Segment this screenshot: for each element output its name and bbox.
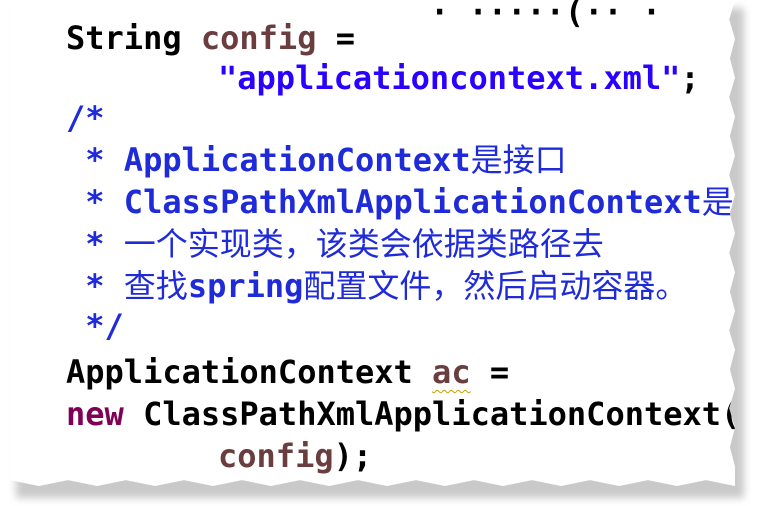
type-token: ApplicationContext bbox=[66, 353, 413, 391]
cropped-top-line: · ·····(·· · bbox=[430, 0, 662, 31]
class-token: ClassPathXmlApplicationContext( bbox=[143, 395, 741, 433]
comment-open: /* bbox=[66, 99, 105, 137]
code-line-string-config: String config = bbox=[66, 18, 355, 58]
variable-token-warning: ac bbox=[432, 353, 471, 391]
comment-line-3: * 一个实现类，该类会依据类路径去 bbox=[66, 225, 604, 263]
comment-close: */ bbox=[66, 307, 124, 345]
semicolon-token: ; bbox=[680, 59, 700, 97]
operator-token: = bbox=[335, 19, 355, 57]
string-literal: "applicationcontext.xml" bbox=[218, 59, 681, 97]
code-line-arg: config); bbox=[218, 436, 372, 476]
code-line-string-literal: "applicationcontext.xml"; bbox=[218, 58, 700, 98]
code-line-new: new ClassPathXmlApplicationContext( bbox=[66, 394, 741, 434]
comment-line-1: * ApplicationContext是接口 bbox=[66, 141, 567, 179]
type-token: String bbox=[66, 19, 182, 57]
code-block: · ·····(·· · String config = "applicatio… bbox=[10, 0, 735, 486]
close-paren-token: ); bbox=[333, 437, 373, 475]
comment-line-2: * ClassPathXmlApplicationContext是 bbox=[66, 183, 734, 221]
comment-line-4: * 查找spring配置文件，然后启动容器。 bbox=[66, 267, 688, 305]
torn-paper-snippet: · ·····(·· · String config = "applicatio… bbox=[10, 0, 735, 486]
code-line-applicationcontext: ApplicationContext ac = bbox=[66, 352, 509, 392]
variable-token: config bbox=[200, 19, 317, 57]
operator-token: = bbox=[489, 353, 510, 391]
keyword-new: new bbox=[66, 395, 124, 433]
variable-token: config bbox=[218, 437, 334, 475]
